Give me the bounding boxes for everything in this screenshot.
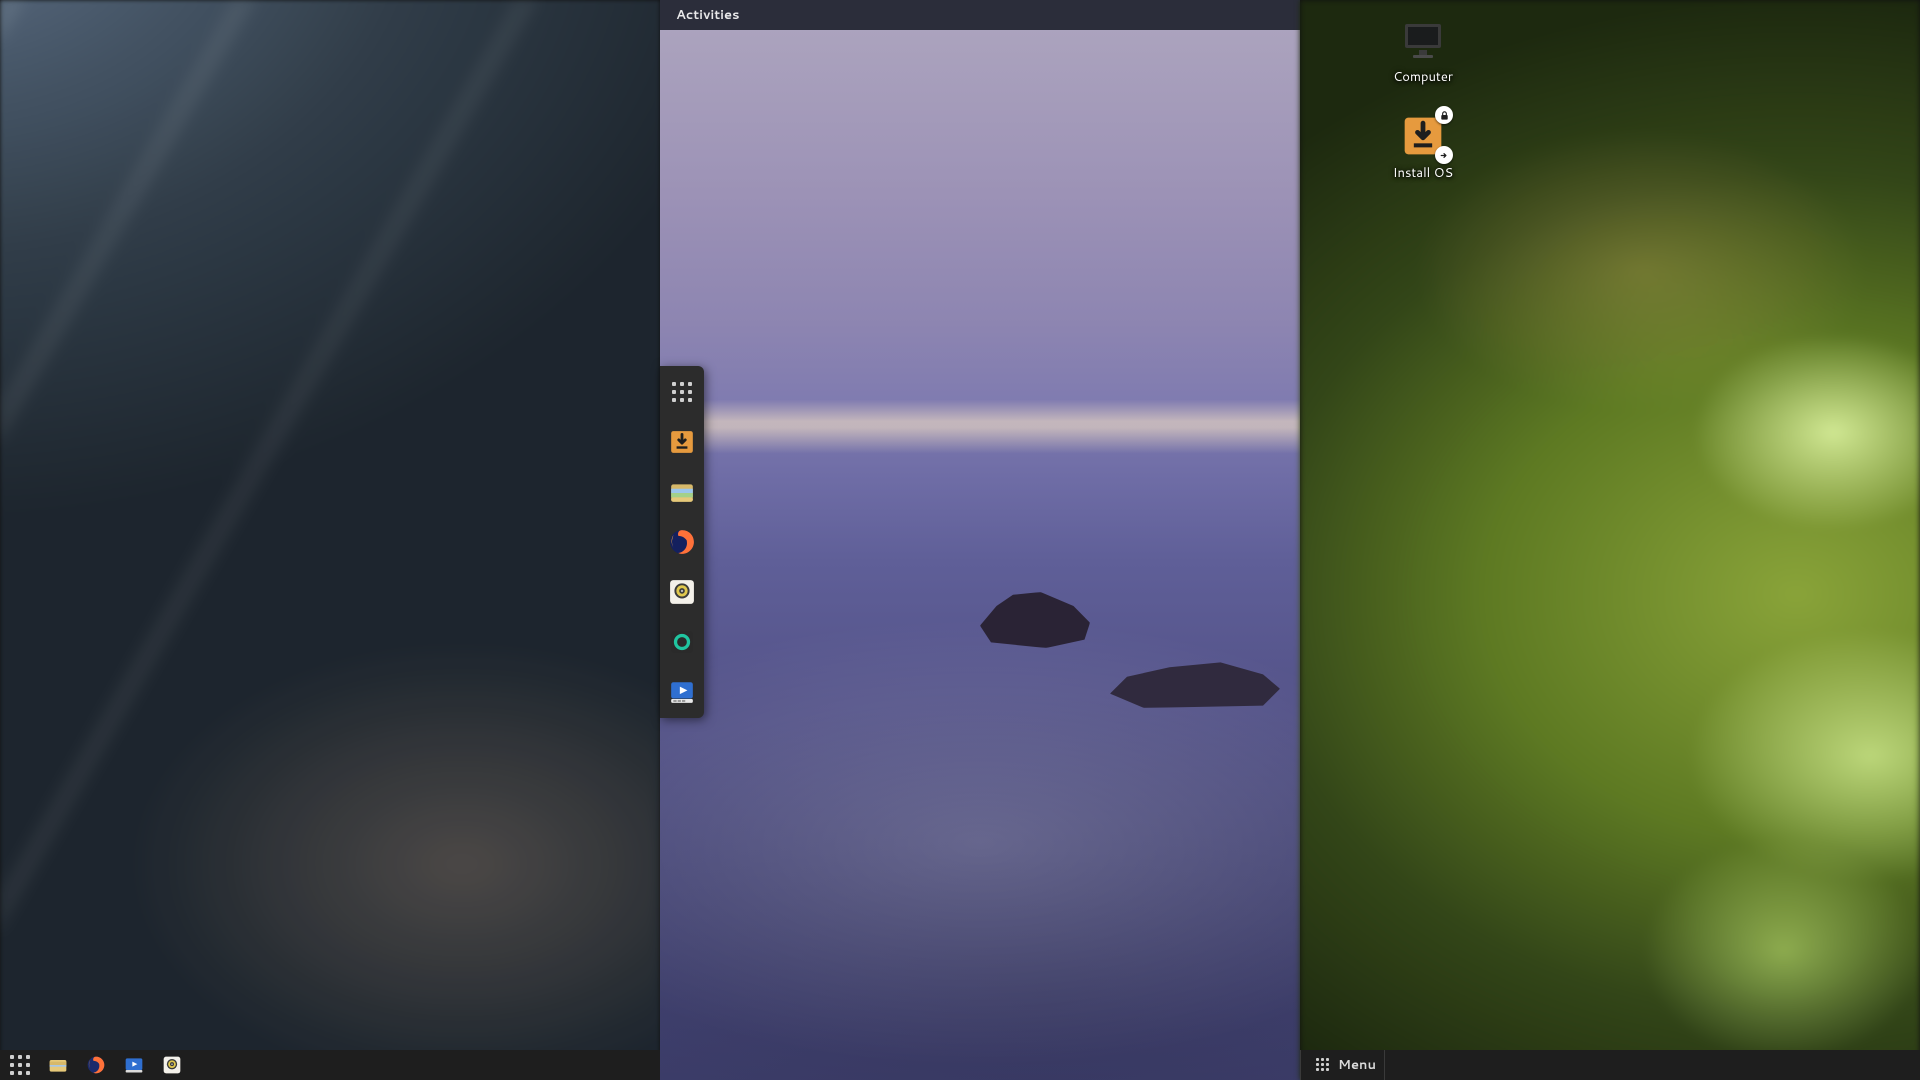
desktop-icon-install-os[interactable]: Install OS bbox=[1358, 114, 1488, 182]
desktop-variant-2-gnome: Activities bbox=[660, 0, 1300, 1080]
desktop-icon-label: Computer bbox=[1393, 68, 1453, 86]
bottom-panel-right: Menu bbox=[1300, 1050, 1920, 1080]
menu-button[interactable]: Menu bbox=[1308, 1050, 1385, 1080]
firefox-icon[interactable] bbox=[668, 528, 696, 556]
desktop-icon-computer[interactable]: Computer bbox=[1358, 22, 1488, 86]
desktop-variant-1 bbox=[0, 0, 660, 1080]
desktop-variant-3-cinnamon: Computer bbox=[1300, 0, 1920, 1080]
apps-grid-icon[interactable] bbox=[8, 1053, 32, 1077]
wallpaper-branches bbox=[0, 0, 660, 1080]
installer-icon[interactable] bbox=[668, 428, 696, 456]
files-icon[interactable] bbox=[46, 1053, 70, 1077]
files-icon[interactable] bbox=[668, 478, 696, 506]
video-icon[interactable] bbox=[122, 1053, 146, 1077]
firefox-icon[interactable] bbox=[84, 1053, 108, 1077]
apps-grid-icon[interactable] bbox=[668, 378, 696, 406]
menu-button-label: Menu bbox=[1338, 1056, 1376, 1074]
gnome-top-bar: Activities bbox=[660, 0, 1300, 30]
keyring-icon[interactable] bbox=[668, 628, 696, 656]
lock-emblem-icon bbox=[1435, 106, 1453, 124]
video-icon[interactable] bbox=[668, 678, 696, 706]
wallpaper-seascape bbox=[660, 0, 1300, 1080]
desktop-icon-area: Computer bbox=[1358, 22, 1488, 182]
apps-grid-icon bbox=[1316, 1058, 1330, 1072]
activities-button[interactable]: Activities bbox=[670, 6, 746, 24]
desktop-icon-label: Install OS bbox=[1393, 164, 1453, 182]
bottom-panel-left bbox=[0, 1050, 660, 1080]
rhythmbox-icon[interactable] bbox=[160, 1053, 184, 1077]
computer-icon bbox=[1401, 22, 1445, 62]
shortcut-emblem-icon bbox=[1435, 146, 1453, 164]
rhythmbox-icon[interactable] bbox=[668, 578, 696, 606]
gnome-dock bbox=[660, 366, 704, 718]
installer-icon bbox=[1401, 114, 1445, 158]
